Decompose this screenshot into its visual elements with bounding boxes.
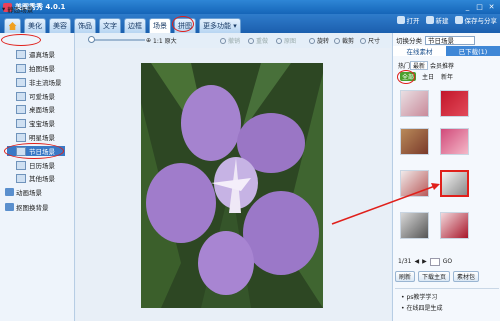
scene-thumbnail[interactable] (400, 212, 429, 239)
tree-item-animation[interactable]: 动画场景 (5, 187, 42, 197)
highlight-circle-festival (4, 143, 64, 159)
highlight-circle-scene-tab (172, 16, 194, 32)
tree-item-photo[interactable]: 拍图场景 (16, 63, 55, 73)
window-controls: _ □ ✕ (463, 3, 500, 11)
scene-thumbnail[interactable] (400, 128, 429, 155)
page-input[interactable] (429, 257, 440, 266)
highlight-circle-static (1, 34, 41, 46)
help-link[interactable]: • 在线四是生成 (401, 303, 493, 314)
scene-icon (16, 63, 26, 73)
highlight-circle-all (397, 70, 415, 84)
cutout-icon (5, 203, 14, 211)
maximize-button[interactable]: □ (475, 3, 484, 11)
material-pack-button[interactable]: 素材包 (453, 271, 480, 282)
new-button[interactable]: 新建 (425, 15, 449, 25)
tab-online-material[interactable]: 在线素材 (393, 46, 446, 56)
resize-icon (360, 37, 366, 44)
zoom-plus-icon[interactable]: ⊕ (146, 36, 151, 45)
minimize-button[interactable]: _ (463, 3, 472, 11)
tree-item-cute[interactable]: 可爱场景 (16, 91, 55, 101)
category-select[interactable]: 节日场景 (425, 35, 475, 45)
subtab-vip[interactable]: 会员推荐 (428, 61, 456, 70)
undo-button[interactable]: 撤销 (220, 36, 240, 45)
cat-sunday[interactable]: 主日 (422, 72, 434, 81)
home-icon (8, 22, 17, 30)
scene-thumbnail[interactable] (440, 212, 469, 239)
scene-thumbnail[interactable] (400, 90, 429, 117)
tab-home[interactable] (4, 18, 21, 33)
refresh-button[interactable]: 刷新 (395, 271, 416, 282)
tab-frame[interactable]: 边框 (124, 18, 146, 33)
scene-icon (16, 77, 26, 87)
folder-icon (396, 16, 405, 24)
tree-item-baby[interactable]: 宝宝场景 (16, 118, 55, 128)
scene-icon (16, 160, 26, 170)
photo-canvas[interactable] (141, 63, 323, 308)
tab-text[interactable]: 文字 (99, 18, 121, 33)
redo-icon (248, 37, 254, 44)
scene-icon (16, 132, 26, 142)
undo-icon (220, 37, 226, 44)
tree-item-other[interactable]: 其他场景 (16, 173, 55, 183)
pager: 1/31 ◀ ▶ GO (398, 257, 453, 266)
tree-root-static[interactable]: ▾ 静态场景 (2, 4, 33, 14)
help-links: • ps教学学习 • 在线四是生成 (395, 288, 499, 321)
zoom-slider[interactable] (91, 39, 145, 41)
scene-thumbnail[interactable] (400, 170, 429, 197)
scene-icon (16, 173, 26, 183)
tree-item-cutout[interactable]: 抠图换背景 (5, 202, 49, 212)
size-button[interactable]: 尺寸 (360, 36, 380, 45)
tree-item-realistic[interactable]: 逼真场景 (16, 49, 55, 59)
redo-button[interactable]: 重做 (248, 36, 268, 45)
prev-page-icon[interactable]: ◀ (414, 258, 419, 265)
material-buttons: 刷新 下载主页 素材包 (395, 271, 480, 282)
tree-item-star[interactable]: 明星场景 (16, 132, 55, 142)
tab-downloaded[interactable]: 已下载(1) (446, 46, 500, 56)
help-link[interactable]: • ps教学学习 (401, 292, 493, 303)
animation-icon (5, 188, 14, 196)
scene-icon (16, 118, 26, 128)
go-button[interactable]: GO (443, 258, 452, 265)
title-bar: 美图秀秀 4.0.1 _ □ ✕ (0, 0, 500, 14)
tab-more-features[interactable]: 更多功能 ▾ (199, 18, 241, 33)
original-button[interactable]: 原图 (276, 36, 296, 45)
plus-icon (425, 16, 434, 24)
next-page-icon[interactable]: ▶ (422, 258, 427, 265)
title-actions: 打开 新建 保存与分享 (396, 15, 497, 25)
original-icon (276, 37, 282, 44)
tab-beautify[interactable]: 美化 (24, 18, 46, 33)
scene-icon (16, 104, 26, 114)
scene-thumbnail[interactable] (440, 90, 469, 117)
rotate-icon (309, 37, 315, 44)
subtab-latest[interactable]: 最新 (410, 61, 429, 70)
crop-icon (334, 37, 340, 44)
scene-thumbnail-selected[interactable] (440, 170, 469, 197)
open-button[interactable]: 打开 (396, 15, 420, 25)
category-switch: 切换分类 节日场景 (396, 35, 475, 45)
scene-icon (16, 91, 26, 101)
cat-newyear[interactable]: 新年 (441, 72, 453, 81)
save-share-button[interactable]: 保存与分享 (454, 15, 497, 25)
tab-face[interactable]: 美容 (49, 18, 71, 33)
tree-item-nonmainstream[interactable]: 非主流场景 (16, 77, 62, 87)
rotate-button[interactable]: 旋转 (309, 36, 329, 45)
scene-icon (16, 49, 26, 59)
close-button[interactable]: ✕ (487, 3, 496, 11)
save-icon (454, 16, 463, 24)
tab-decoration[interactable]: 饰品 (74, 18, 96, 33)
zoom-slider-handle[interactable] (88, 36, 95, 43)
tree-item-calendar[interactable]: 日历场景 (16, 160, 55, 170)
download-home-button[interactable]: 下载主页 (418, 271, 451, 282)
tab-scene[interactable]: 场景 (149, 18, 171, 33)
scene-thumbnail[interactable] (440, 128, 469, 155)
tree-item-desktop[interactable]: 桌面场景 (16, 104, 55, 114)
iris-flower-photo (141, 63, 323, 308)
crop-button[interactable]: 裁剪 (334, 36, 354, 45)
zoom-1to1-button[interactable]: 1:1 原大 (153, 36, 177, 45)
